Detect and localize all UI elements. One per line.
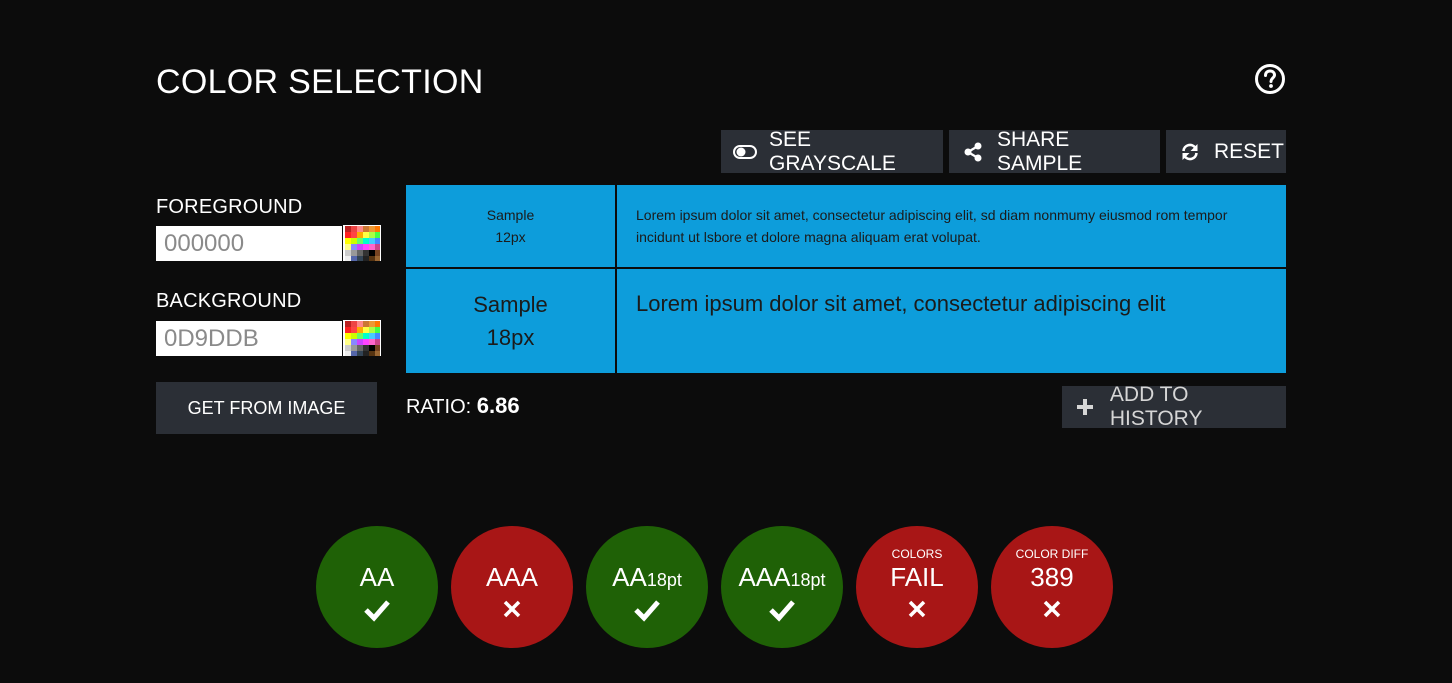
foreground-palette-icon[interactable] [343, 225, 381, 261]
share-sample-button[interactable]: SHARE SAMPLE [949, 127, 1160, 175]
check-icon [634, 600, 660, 622]
badge-main-label: AAA18pt [738, 562, 826, 592]
sample-18px-text: Lorem ipsum dolor sit amet, consectetur … [617, 269, 1286, 373]
reset-button[interactable]: RESET [1166, 130, 1286, 173]
plus-icon [1074, 396, 1096, 418]
result-aaa-18pt-badge: AAA18pt [721, 526, 843, 648]
sample-18px-label: Sample 18px [406, 269, 615, 373]
check-icon [769, 600, 795, 622]
share-icon [961, 140, 985, 164]
contrast-ratio: RATIO: 6.86 [406, 393, 520, 419]
x-icon [908, 600, 926, 618]
sample-12px-text: Lorem ipsum dolor sit amet, consectetur … [617, 185, 1286, 267]
toggle-icon [733, 140, 757, 164]
sample-12px-word: Sample [486, 207, 535, 223]
x-icon [503, 600, 521, 618]
result-aaa-badge: AAA [451, 526, 573, 648]
share-sample-label: SHARE SAMPLE [996, 127, 1083, 175]
background-palette-icon[interactable] [343, 320, 381, 356]
result-aa-badge: AA [316, 526, 438, 648]
see-grayscale-label: SEE GRAYSCALE [769, 127, 896, 175]
badge-top-label: COLORS [891, 547, 943, 561]
see-grayscale-button[interactable]: SEE GRAYSCALE [721, 127, 943, 175]
badge-main-label: AA18pt [612, 562, 682, 592]
ratio-label: RATIO: [406, 396, 472, 418]
sample-12px-label: Sample 12px [406, 185, 615, 267]
question-circle-icon[interactable] [1255, 64, 1285, 94]
result-colors-badge: COLORS FAIL [856, 526, 978, 648]
result-aa-18pt-badge: AA18pt [586, 526, 708, 648]
foreground-color-input[interactable] [156, 226, 342, 261]
badge-main-label: AA [359, 562, 395, 592]
background-color-input[interactable] [156, 321, 342, 356]
badge-main-label: 389 [1030, 562, 1074, 592]
page-title: COLOR SELECTION [156, 63, 484, 101]
sample-18px-word: Sample [473, 292, 548, 317]
badge-top-label: COLOR DIFF [1015, 547, 1089, 561]
x-icon [1043, 600, 1061, 618]
ratio-value: 6.86 [476, 393, 520, 418]
foreground-label: FOREGROUND [156, 196, 303, 218]
get-from-image-button[interactable]: GET FROM IMAGE [156, 382, 377, 434]
add-to-history-label: ADD TO HISTORY [1109, 383, 1203, 430]
result-color-diff-badge: COLOR DIFF 389 [991, 526, 1113, 648]
refresh-icon [1178, 140, 1202, 164]
add-to-history-button[interactable]: ADD TO HISTORY [1062, 383, 1286, 430]
reset-label: RESET [1214, 139, 1285, 163]
check-icon [364, 600, 390, 622]
background-label: BACKGROUND [156, 290, 302, 312]
badge-main-label: FAIL [890, 562, 944, 592]
sample-18px-size: 18px [486, 325, 535, 350]
sample-12px-size: 12px [495, 229, 526, 245]
badge-main-label: AAA [485, 562, 539, 592]
